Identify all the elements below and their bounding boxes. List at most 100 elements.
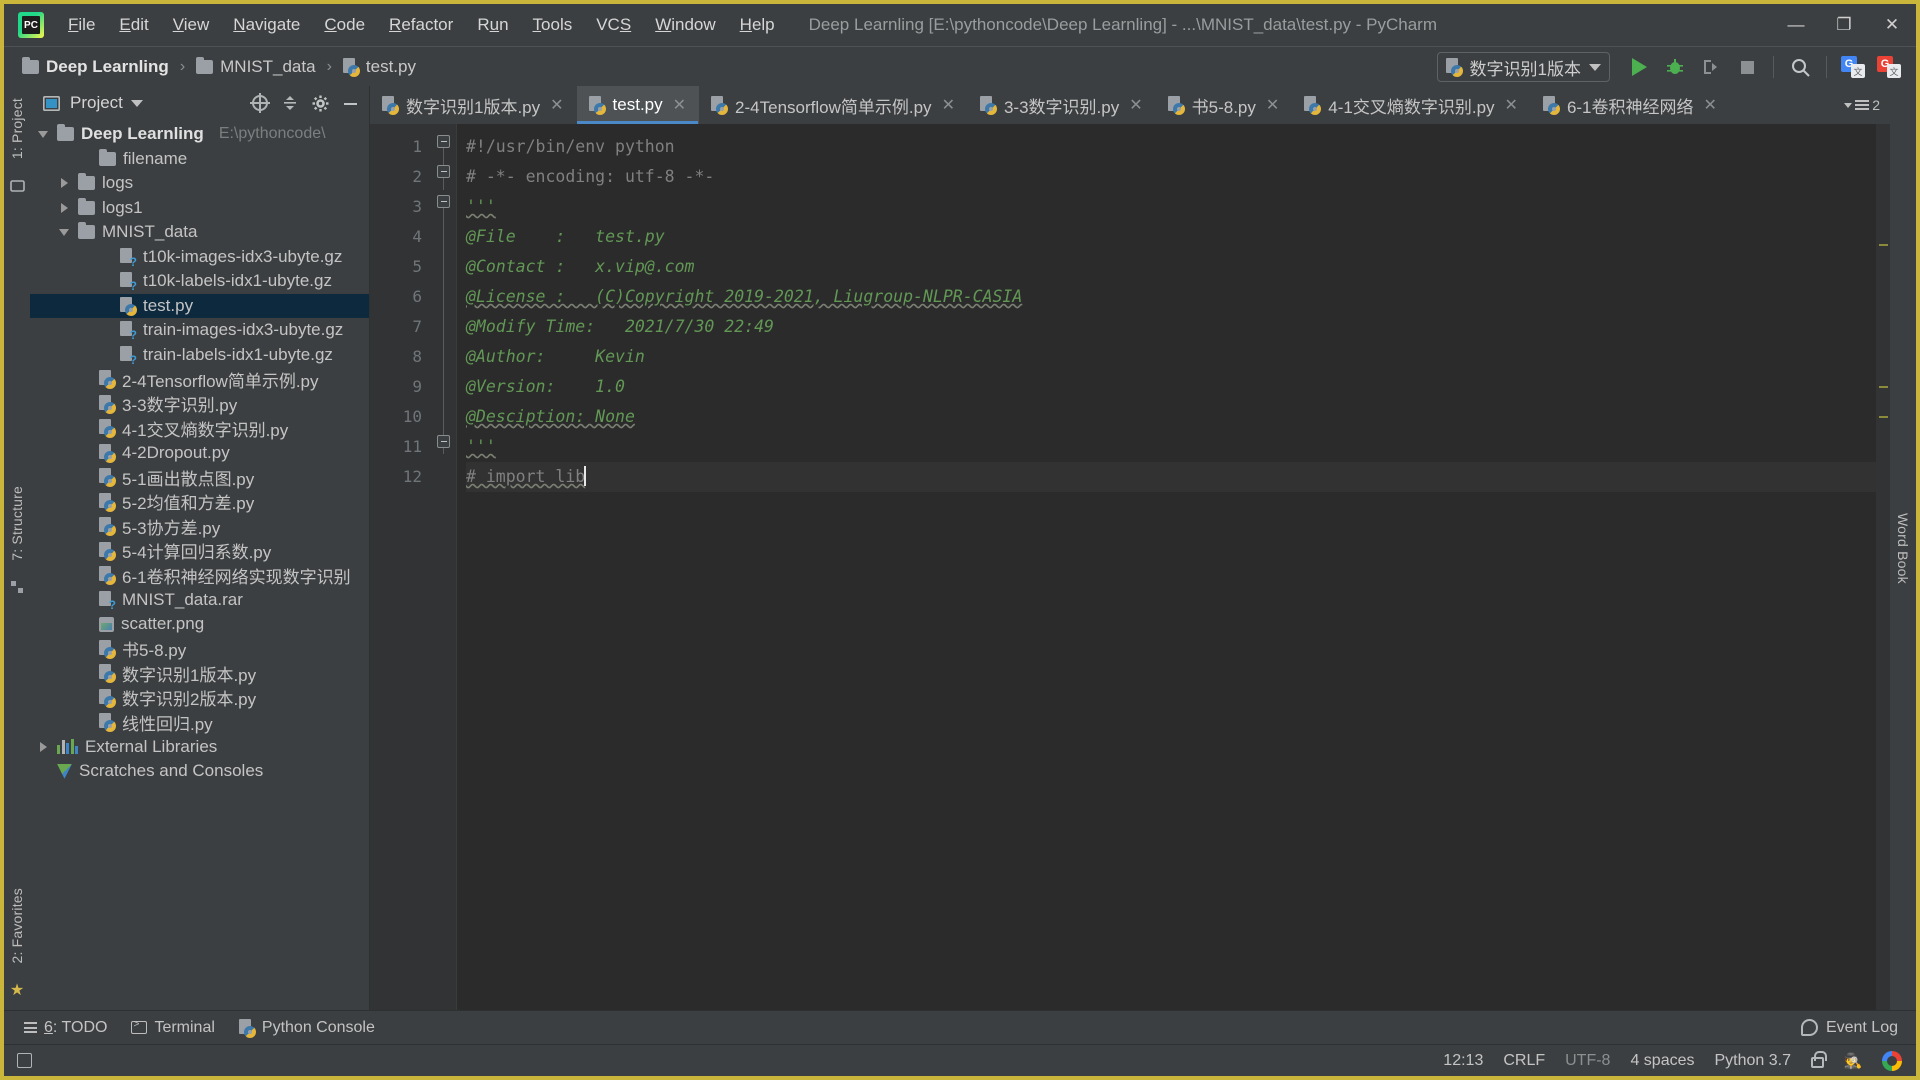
cursor-position[interactable]: 12:13 — [1443, 1052, 1483, 1070]
close-icon[interactable]: ✕ — [942, 95, 955, 115]
tree-node[interactable]: ? MNIST_data.rar — [30, 588, 369, 613]
commit-icon[interactable] — [7, 175, 27, 195]
tree-node[interactable]: 5-1画出散点图.py — [30, 465, 369, 490]
tree-node[interactable]: ? t10k-labels-idx1-ubyte.gz — [30, 269, 369, 294]
tree-node[interactable]: 数字识别2版本.py — [30, 686, 369, 711]
file-encoding[interactable]: UTF-8 — [1565, 1052, 1610, 1070]
tree-node[interactable]: 4-2Dropout.py — [30, 441, 369, 466]
tree-node[interactable]: 5-4计算回归系数.py — [30, 539, 369, 564]
editor-tab[interactable]: 6-1卷积神经网络 ✕ — [1531, 86, 1730, 124]
close-icon[interactable]: ✕ — [1266, 95, 1279, 115]
minimize-button[interactable]: — — [1772, 4, 1820, 46]
editor-tab[interactable]: 数字识别1版本.py ✕ — [370, 86, 577, 124]
line-separator[interactable]: CRLF — [1503, 1052, 1545, 1070]
chevron-right-icon[interactable] — [59, 177, 71, 189]
tree-node[interactable]: 5-3协方差.py — [30, 514, 369, 539]
editor-tab[interactable]: 2-4Tensorflow简单示例.py ✕ — [699, 86, 968, 124]
tree-node[interactable]: logs1 — [30, 196, 369, 221]
editor-tab[interactable]: 4-1交叉熵数字识别.py ✕ — [1292, 86, 1531, 124]
tree-node[interactable]: 数字识别1版本.py — [30, 661, 369, 686]
tree-node[interactable]: ? t10k-images-idx3-ubyte.gz — [30, 245, 369, 270]
chevron-right-icon[interactable] — [38, 741, 50, 753]
code-editor[interactable]: 1 2 3 4 5 6 7 8 9 10 11 12 #!/usr/bin/env python # -… — [370, 124, 1890, 1010]
tree-node[interactable]: Deep Learnling E:\pythoncode\ — [30, 122, 369, 147]
rail-tab-favorites[interactable]: 2: Favorites — [6, 880, 28, 972]
tree-node[interactable]: 5-2均值和方差.py — [30, 490, 369, 515]
gear-icon[interactable] — [309, 92, 331, 114]
editor-tab[interactable]: 3-3数字识别.py ✕ — [968, 86, 1156, 124]
code-folding-gutter[interactable] — [432, 124, 456, 1010]
python-interpreter[interactable]: Python 3.7 — [1715, 1052, 1792, 1070]
close-icon[interactable]: ✕ — [550, 95, 563, 115]
chevron-right-icon[interactable] — [59, 202, 71, 214]
breadcrumb-item-folder[interactable]: MNIST_data — [192, 55, 319, 79]
run-button[interactable] — [1622, 50, 1656, 84]
debug-button[interactable] — [1658, 50, 1692, 84]
tree-node[interactable]: Scratches and Consoles — [30, 759, 369, 784]
menu-help[interactable]: Help — [728, 11, 787, 39]
hidden-tabs-button[interactable]: 2 — [1834, 86, 1890, 124]
tree-node[interactable]: 线性回归.py — [30, 710, 369, 735]
rail-tab-project[interactable]: 1: Project — [6, 90, 28, 167]
editor-tab[interactable]: test.py ✕ — [576, 86, 700, 124]
tree-node[interactable]: 4-1交叉熵数字识别.py — [30, 416, 369, 441]
maximize-button[interactable]: ❐ — [1820, 4, 1868, 46]
menu-edit[interactable]: Edit — [107, 11, 160, 39]
menu-view[interactable]: View — [161, 11, 222, 39]
chevron-down-icon[interactable] — [130, 99, 143, 107]
chevron-down-icon[interactable] — [59, 226, 71, 238]
breadcrumb-item-project[interactable]: Deep Learnling — [18, 55, 173, 79]
close-icon[interactable]: ✕ — [673, 95, 686, 115]
hide-panel-icon[interactable] — [339, 92, 361, 114]
google-icon[interactable] — [1882, 1050, 1902, 1071]
menu-code[interactable]: Code — [312, 11, 377, 39]
tree-node[interactable]: test.py — [30, 293, 369, 318]
menu-window[interactable]: Window — [643, 11, 727, 39]
search-everywhere-button[interactable] — [1783, 50, 1817, 84]
google-translate-blue-button[interactable]: G文 — [1836, 50, 1870, 84]
menu-refactor[interactable]: Refactor — [377, 11, 465, 39]
close-icon[interactable]: ✕ — [1129, 95, 1142, 115]
error-stripe-gutter[interactable] — [1876, 124, 1890, 1010]
menu-vcs[interactable]: VCS — [584, 11, 643, 39]
code-text[interactable]: #!/usr/bin/env python # -*- encoding: utf… — [456, 124, 1876, 1010]
project-tree[interactable]: Deep Learnling E:\pythoncode\ filename logs… — [30, 120, 369, 1010]
event-log-button[interactable]: Event Log — [1800, 1019, 1898, 1037]
breadcrumb-item-file[interactable]: test.py — [339, 55, 420, 79]
bottom-tab-python-console[interactable]: Python Console — [227, 1015, 387, 1041]
tree-node[interactable]: filename — [30, 147, 369, 172]
tree-node[interactable]: ? train-labels-idx1-ubyte.gz — [30, 343, 369, 368]
menu-file[interactable]: File — [56, 11, 107, 39]
editor-tab[interactable]: 书5-8.py ✕ — [1156, 86, 1293, 124]
tree-node[interactable]: 书5-8.py — [30, 637, 369, 662]
rail-tab-structure[interactable]: 7: Structure — [6, 478, 28, 569]
close-button[interactable]: ✕ — [1868, 4, 1916, 46]
bottom-tab-todo[interactable]: 6: TODO — [12, 1015, 119, 1041]
stop-button[interactable] — [1730, 50, 1764, 84]
tree-node[interactable]: scatter.png — [30, 612, 369, 637]
menu-navigate[interactable]: Navigate — [221, 11, 312, 39]
tree-node[interactable]: ? train-images-idx3-ubyte.gz — [30, 318, 369, 343]
hector-icon[interactable]: 🕵 — [1844, 1052, 1863, 1070]
tree-node[interactable]: 3-3数字识别.py — [30, 392, 369, 417]
run-configuration-selector[interactable]: 数字识别1版本 — [1436, 52, 1610, 82]
locate-icon[interactable] — [249, 92, 271, 114]
tree-node[interactable]: External Libraries — [30, 735, 369, 760]
close-icon[interactable]: ✕ — [1704, 95, 1717, 115]
chevron-down-icon[interactable] — [38, 128, 50, 140]
google-translate-red-button[interactable]: G文 — [1872, 50, 1906, 84]
tree-node[interactable]: 6-1卷积神经网络实现数字识别 — [30, 563, 369, 588]
tree-node[interactable]: logs — [30, 171, 369, 196]
menu-tools[interactable]: Tools — [521, 11, 585, 39]
toggle-toolbar-button[interactable] — [4, 1053, 44, 1068]
unlocked-icon[interactable] — [1811, 1051, 1827, 1068]
menu-run[interactable]: Run — [465, 11, 520, 39]
run-with-coverage-button[interactable] — [1694, 50, 1728, 84]
bottom-tab-terminal[interactable]: Terminal — [119, 1015, 226, 1041]
tree-node[interactable]: MNIST_data — [30, 220, 369, 245]
tree-node[interactable]: 2-4Tensorflow简单示例.py — [30, 367, 369, 392]
indent-setting[interactable]: 4 spaces — [1630, 1052, 1694, 1070]
collapse-all-icon[interactable] — [279, 92, 301, 114]
close-icon[interactable]: ✕ — [1505, 95, 1518, 115]
rail-tab-word-book[interactable]: Word Book — [1892, 505, 1914, 592]
